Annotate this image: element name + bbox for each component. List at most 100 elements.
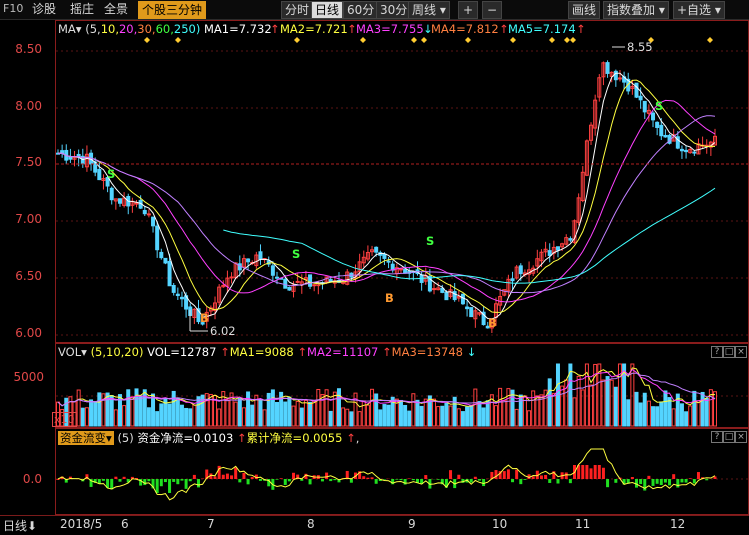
fund-flow-bar — [548, 479, 551, 483]
help-icon[interactable]: ? — [711, 346, 723, 358]
volume-bar — [511, 390, 514, 426]
f10-button[interactable]: F10 — [3, 1, 23, 17]
candle-body — [643, 101, 646, 111]
volume-indicator-selector[interactable]: VOL▾ — [58, 345, 87, 359]
fund-flow-bar — [321, 479, 324, 481]
fund-flow-bar — [118, 479, 121, 482]
volume-bar — [309, 402, 312, 426]
up-arrow-icon: ↑ — [220, 345, 230, 359]
volume-bar — [114, 410, 117, 426]
candle-body — [176, 294, 179, 295]
tab-30min[interactable]: 30分 — [376, 1, 411, 19]
fund-flow-bar — [676, 479, 679, 488]
fund-flow-bar — [660, 479, 663, 485]
chevron-down-icon: ▾ — [715, 3, 721, 17]
toolbar: F10 诊股 摇庄 全景 个股三分钟 分时 日线 60分 30分 周线 ▾ + … — [0, 0, 749, 20]
volume-bar — [180, 405, 183, 426]
ma-indicator-selector[interactable]: MA▾ — [58, 22, 82, 36]
fund-axis-zero: 0.0 — [2, 472, 42, 486]
fund-flow-bar — [180, 479, 183, 481]
volume-bar — [685, 412, 688, 426]
index-overlay-button[interactable]: 指数叠加 ▾ — [603, 1, 669, 19]
volume-bar — [333, 392, 336, 426]
buy-signal: B — [488, 316, 497, 330]
candle-body — [230, 277, 233, 278]
volume-bar — [449, 406, 452, 426]
close-icon[interactable]: × — [735, 346, 747, 358]
volume-bar — [714, 392, 717, 426]
draw-button[interactable]: 摇庄 — [70, 1, 94, 17]
self-select-label: +自选 — [677, 3, 711, 17]
self-select-button[interactable]: +自选 ▾ — [673, 1, 725, 19]
candle-body — [383, 254, 386, 258]
volume-axis-label: 5000 — [4, 370, 44, 384]
fund-flow-bar — [288, 479, 291, 481]
stock-3min-button[interactable]: 个股三分钟 — [138, 1, 206, 19]
tab-60min[interactable]: 60分 — [343, 1, 378, 19]
candle-body — [168, 261, 171, 285]
volume-bar — [152, 394, 155, 426]
fund-flow-bar — [147, 479, 150, 481]
fund-flow-bar — [449, 470, 452, 479]
event-marker-icon — [411, 37, 417, 43]
candle-body — [160, 252, 163, 257]
time-axis-month: 12 — [670, 517, 685, 531]
ma2-value: MA2=7.721 — [280, 22, 348, 36]
candle-body — [618, 78, 621, 79]
fund-cum-value: 累计净流=0.0055 — [247, 431, 343, 445]
candle-body — [466, 307, 469, 309]
restore-icon[interactable]: □ — [723, 346, 735, 358]
tab-weekly[interactable]: 周线 ▾ — [408, 1, 450, 19]
restore-icon[interactable]: □ — [723, 431, 735, 443]
volume-bar — [577, 376, 580, 426]
zoom-out-button[interactable]: − — [482, 1, 502, 19]
tab-daily[interactable]: 日线 — [311, 1, 343, 19]
fund-flow-bar — [333, 479, 336, 480]
zoom-in-button[interactable]: + — [458, 1, 478, 19]
candle-body — [147, 214, 150, 215]
candle-body — [329, 280, 332, 282]
fund-flow-bar — [160, 479, 163, 486]
diagnose-button[interactable]: 诊股 — [32, 1, 56, 17]
volume-bar — [486, 401, 489, 426]
period-selector[interactable]: 日线⬇ — [3, 517, 37, 534]
overview-button[interactable]: 全景 — [104, 1, 128, 17]
volume-bar — [672, 409, 675, 426]
volume-bar — [627, 400, 630, 426]
fund-flow-bar — [585, 465, 588, 479]
event-marker-icon — [175, 37, 181, 43]
volume-bar — [85, 408, 88, 426]
volume-bar — [147, 408, 150, 426]
fund-flow-bar — [276, 479, 279, 480]
fund-flow-bar — [652, 479, 655, 486]
volume-bar — [284, 402, 287, 426]
fund-flow-bar — [590, 468, 593, 479]
up-arrow-icon: ↑ — [346, 431, 356, 445]
candle-body — [276, 277, 279, 278]
fund-flow-bar — [284, 479, 287, 485]
volume-bar — [635, 392, 638, 426]
fund-flow-bar — [156, 479, 159, 493]
fund-flow-bar — [247, 479, 250, 484]
volume-bar — [590, 385, 593, 426]
candle-body — [313, 285, 316, 286]
fund-flow-bar — [519, 479, 522, 484]
ma-param-10: 10, — [101, 22, 119, 36]
buy-signal: B — [200, 311, 209, 325]
fund-flow-bar — [656, 479, 659, 484]
close-icon[interactable]: × — [735, 431, 747, 443]
line-draw-button[interactable]: 画线 — [568, 1, 600, 19]
fund-flow-bar — [482, 479, 485, 486]
volume-bar — [90, 400, 93, 426]
volume-bar — [552, 393, 555, 426]
fund-indicator-selector[interactable]: 资金流变▾ — [58, 431, 114, 445]
fund-flow-bar — [102, 479, 105, 481]
volume-bar — [329, 411, 332, 426]
tab-timeshare[interactable]: 分时 — [281, 1, 313, 19]
volume-bar — [499, 388, 502, 426]
volume-bar — [528, 411, 531, 426]
event-marker-icon — [549, 37, 555, 43]
candle-body — [296, 281, 299, 282]
sell-signal: S — [426, 234, 434, 248]
help-icon[interactable]: ? — [711, 431, 723, 443]
